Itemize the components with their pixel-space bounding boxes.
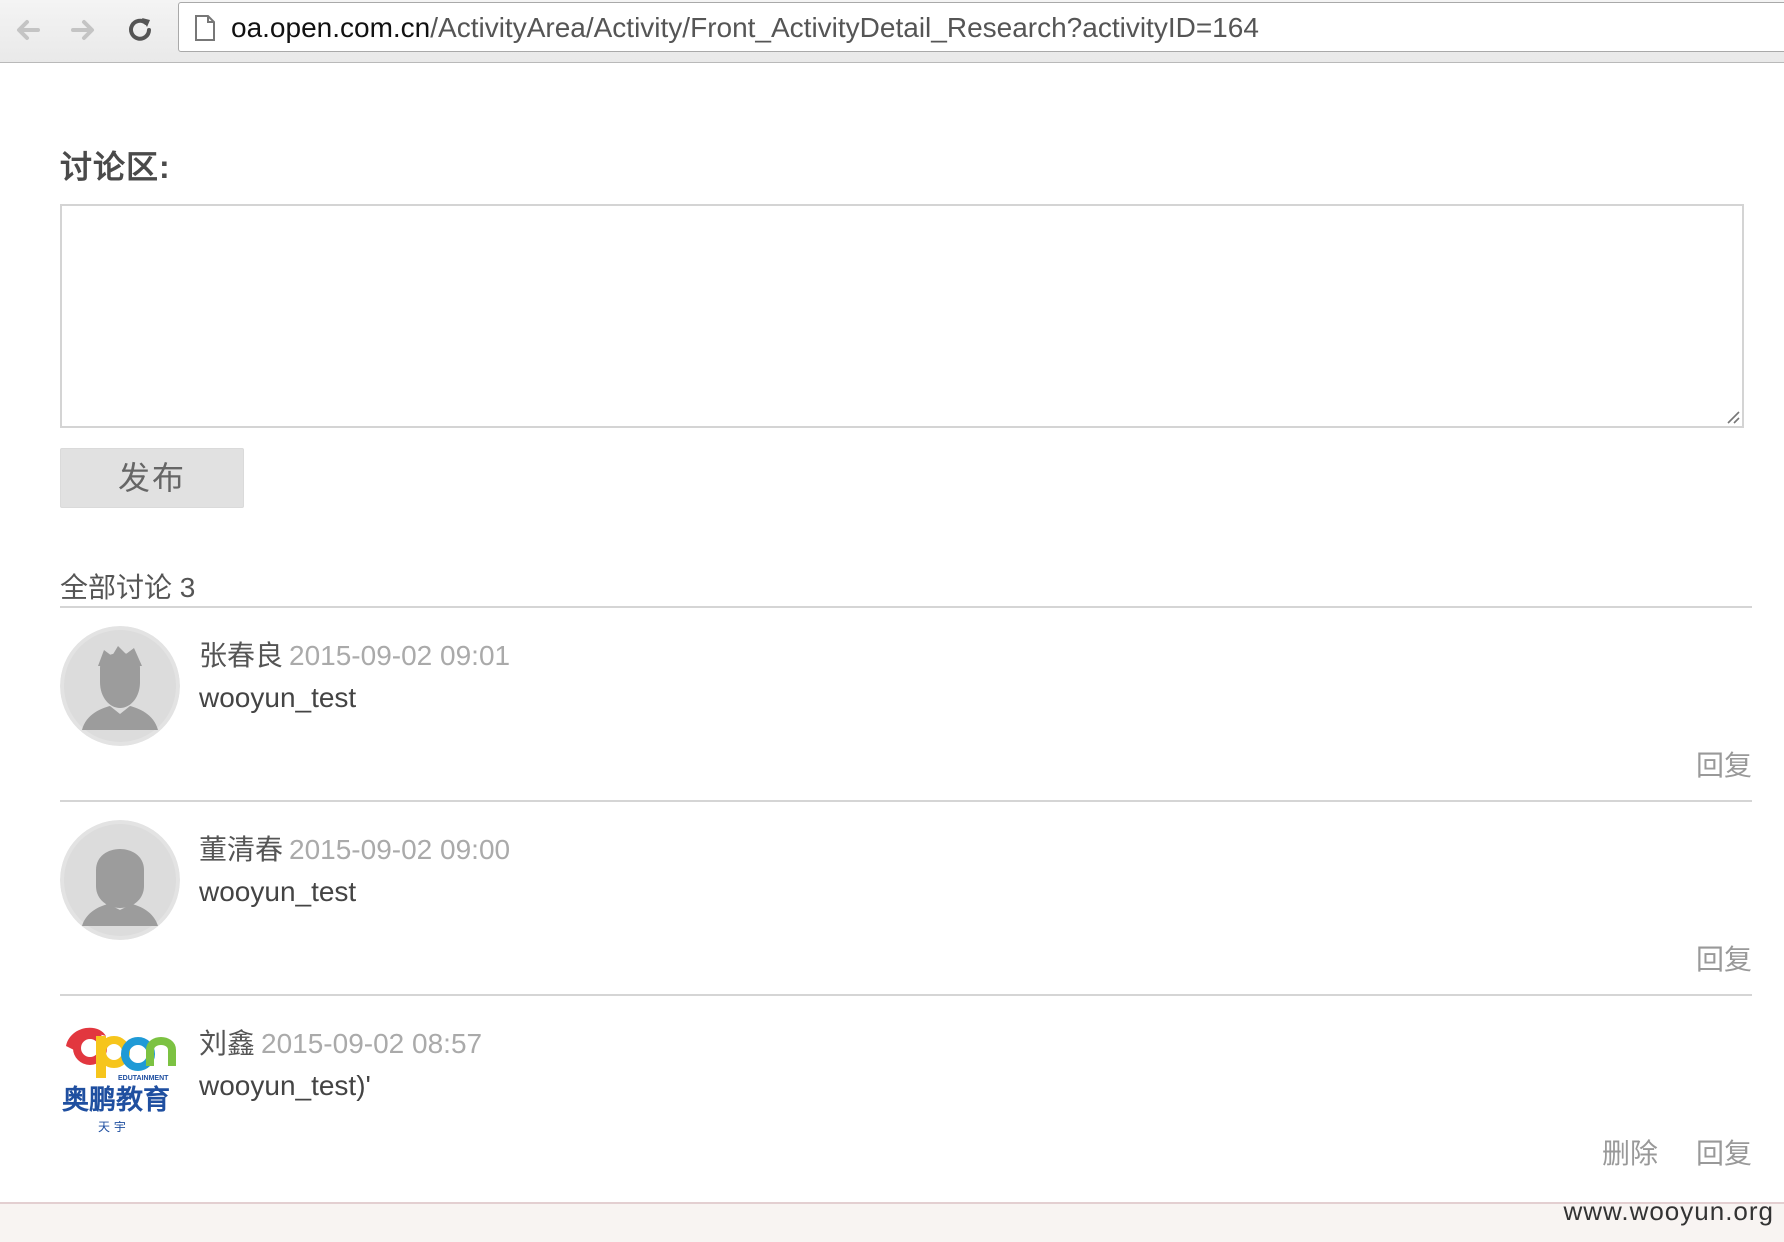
female-avatar-icon: [60, 820, 180, 940]
comment-author[interactable]: 董清春: [199, 834, 283, 865]
comment-meta: 董清春 2015-09-02 09:00: [199, 828, 510, 868]
comment-textarea[interactable]: [60, 204, 1744, 428]
reply-link[interactable]: 回复: [1696, 938, 1752, 978]
open-edutainment-logo: EDUTAINMENT 奥鹏教育 天 宇: [60, 1014, 180, 1134]
comment-time: 2015-09-02 09:00: [289, 834, 511, 865]
reply-link[interactable]: 回复: [1696, 744, 1752, 784]
male-avatar-icon: [60, 626, 180, 746]
url-text: oa.open.com.cn/ActivityArea/Activity/Fro…: [231, 12, 1259, 44]
page-icon: [195, 15, 215, 41]
reload-icon[interactable]: [120, 10, 160, 50]
comment-time: 2015-09-02 08:57: [261, 1028, 483, 1059]
url-path: /ActivityArea/Activity/Front_ActivityDet…: [430, 12, 1259, 43]
comment-body: wooyun_test: [199, 876, 357, 907]
reply-link[interactable]: 回复: [1696, 1132, 1752, 1172]
url-host: oa.open.com.cn: [231, 12, 431, 43]
publish-button[interactable]: 发布: [60, 448, 244, 508]
comment-item: 董清春 2015-09-02 09:00 wooyun_test 回复: [60, 802, 1752, 994]
logo-sub: 天 宇: [98, 1120, 126, 1134]
comment-meta: 张春良 2015-09-02 09:01: [199, 634, 510, 674]
delete-link[interactable]: 删除: [1602, 1132, 1658, 1172]
logo-name: 奥鹏教育: [62, 1084, 170, 1116]
watermark: www.wooyun.org: [1563, 1196, 1774, 1226]
discussion-count: 全部讨论 3: [60, 572, 196, 603]
comment-author[interactable]: 刘鑫: [199, 1028, 255, 1059]
comment-meta: 刘鑫 2015-09-02 08:57: [199, 1022, 482, 1062]
address-bar[interactable]: oa.open.com.cn/ActivityArea/Activity/Fro…: [178, 2, 1784, 52]
comment-item: EDUTAINMENT 奥鹏教育 天 宇 刘鑫 2015-09-02 08:57 …: [60, 996, 1752, 1188]
back-arrow-icon[interactable]: [8, 10, 48, 50]
comment-time: 2015-09-02 09:01: [289, 640, 511, 671]
comment-item: 张春良 2015-09-02 09:01 wooyun_test 回复: [60, 608, 1752, 800]
browser-toolbar: oa.open.com.cn/ActivityArea/Activity/Fro…: [0, 0, 1784, 63]
comment-body: wooyun_test: [199, 682, 357, 713]
comment-body: wooyun_test)': [199, 1070, 371, 1101]
footer-strip: [0, 1202, 1784, 1242]
comment-author[interactable]: 张春良: [199, 640, 283, 671]
logo-tagline: EDUTAINMENT: [118, 1075, 169, 1082]
forward-arrow-icon[interactable]: [63, 10, 103, 50]
discussion-title: 讨论区:: [60, 149, 171, 185]
resize-grip-icon[interactable]: [1725, 409, 1741, 425]
